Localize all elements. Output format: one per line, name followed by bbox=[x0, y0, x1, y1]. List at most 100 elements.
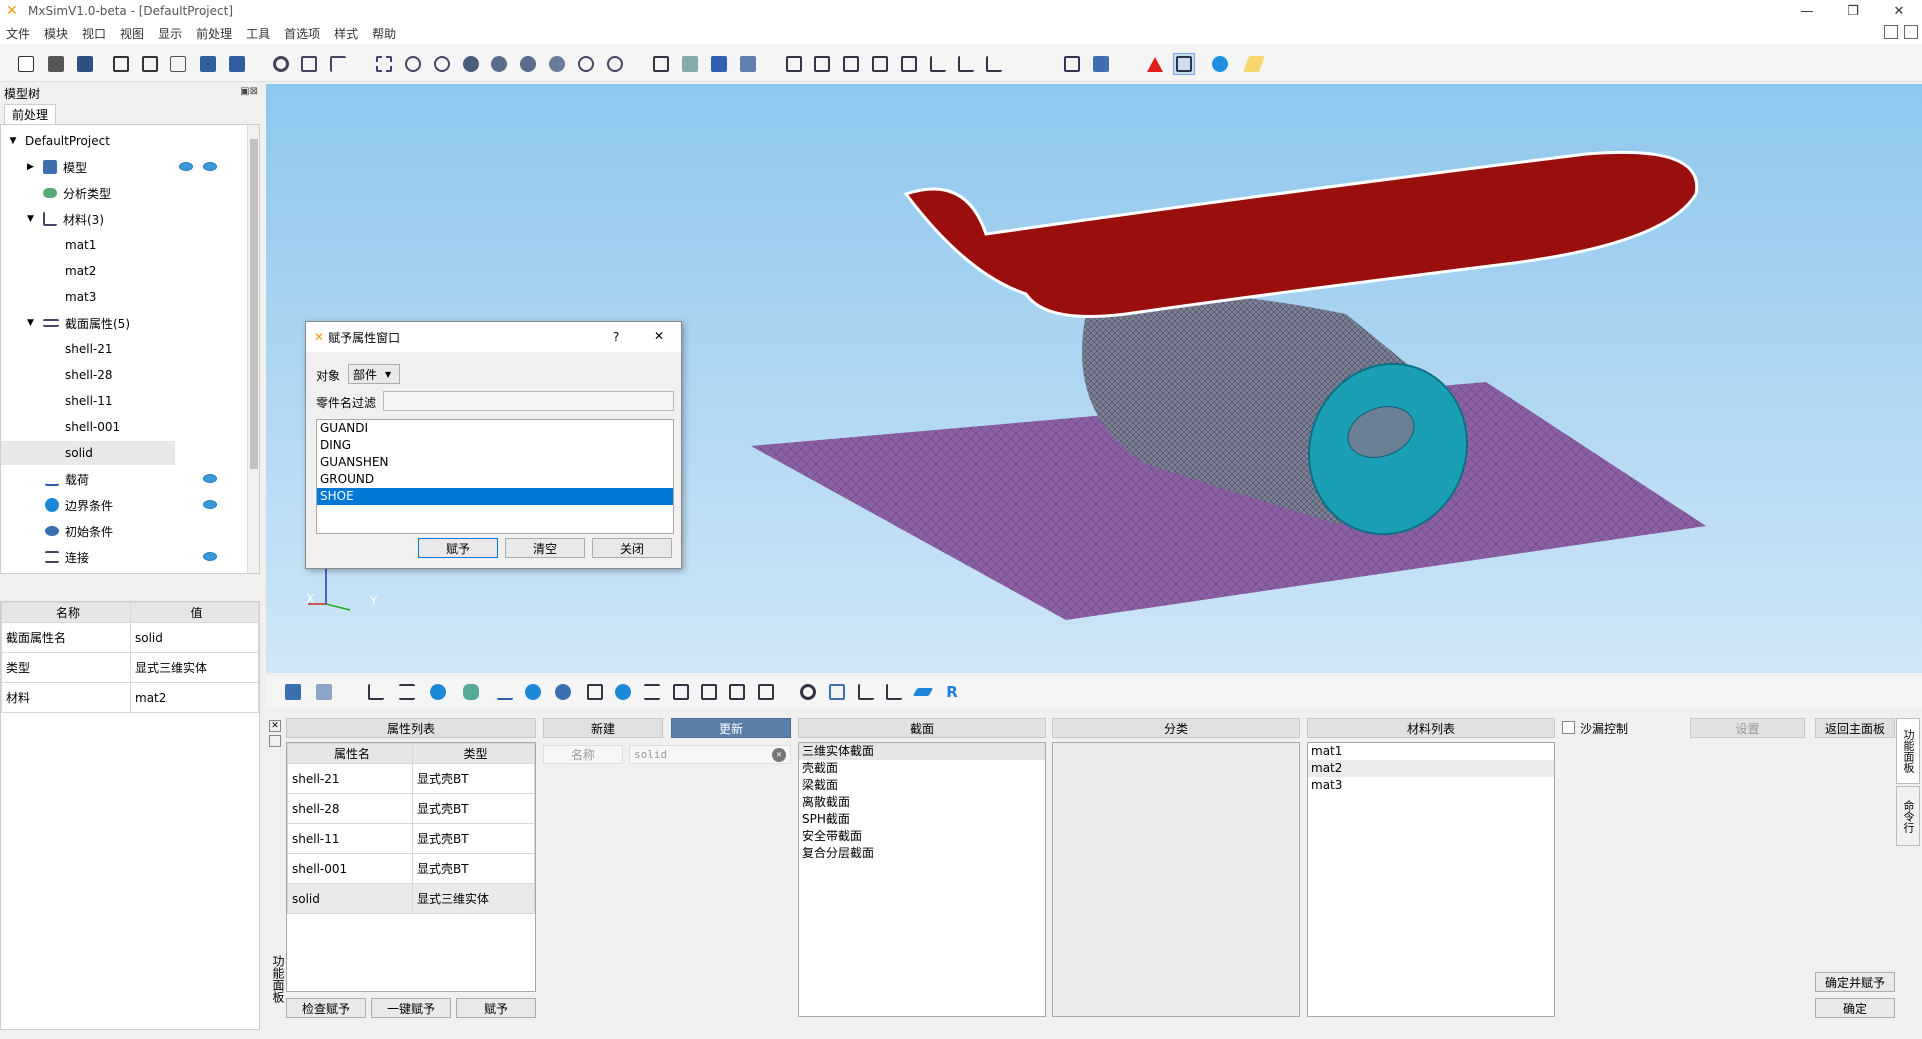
minimize-button[interactable]: — bbox=[1784, 0, 1830, 22]
view-left-icon[interactable] bbox=[840, 53, 862, 75]
zoom-in-icon[interactable] bbox=[604, 53, 626, 75]
hourglass-checkbox[interactable] bbox=[1562, 721, 1575, 734]
r-tool-icon[interactable]: R bbox=[941, 681, 963, 703]
tree-item-solid[interactable]: solid bbox=[1, 441, 175, 465]
tree-scrollbar[interactable] bbox=[247, 125, 259, 573]
settings-gear-icon[interactable] bbox=[270, 53, 292, 75]
table-row[interactable]: shell-001 显式壳BT bbox=[287, 853, 535, 884]
close-child-button[interactable] bbox=[1904, 25, 1918, 39]
object-select[interactable]: 部件 ▼ bbox=[348, 364, 400, 384]
tree-item-mat3[interactable]: mat3 bbox=[1, 285, 251, 309]
tree-item-sections[interactable]: ▼ 截面属性(5) bbox=[1, 311, 251, 335]
clear-button[interactable]: 清空 bbox=[505, 538, 585, 558]
list-tool-icon[interactable] bbox=[641, 681, 663, 703]
menu-style[interactable]: 样式 bbox=[334, 25, 358, 42]
table-row[interactable]: shell-21 显式壳BT bbox=[287, 763, 535, 794]
param-value[interactable]: mat2 bbox=[130, 682, 259, 713]
tree-item-shell-11[interactable]: shell-11 bbox=[1, 389, 251, 413]
tree-item-shell-28[interactable]: shell-28 bbox=[1, 363, 251, 387]
new-file-icon[interactable] bbox=[15, 53, 37, 75]
tab-preprocess[interactable]: 前处理 bbox=[4, 104, 56, 124]
menu-display[interactable]: 显示 bbox=[158, 25, 182, 42]
tab-command-line[interactable]: 命令行 bbox=[1896, 786, 1920, 846]
fit-view-icon[interactable] bbox=[373, 53, 395, 75]
panel-controls-icon[interactable]: ▣⊠ bbox=[240, 86, 258, 97]
table-row[interactable]: shell-28 显式壳BT bbox=[287, 793, 535, 824]
restore-child-button[interactable] bbox=[1884, 25, 1898, 39]
expand-icon[interactable]: ▶ bbox=[27, 162, 43, 172]
rotate-icon[interactable] bbox=[431, 53, 453, 75]
axis-2-icon[interactable] bbox=[955, 53, 977, 75]
tree-item-mat2[interactable]: mat2 bbox=[1, 259, 251, 283]
tree-item-shell-21[interactable]: shell-21 bbox=[1, 337, 251, 361]
multi-window-icon[interactable] bbox=[1090, 53, 1112, 75]
collapse-icon[interactable]: ▼ bbox=[27, 214, 43, 224]
assign-attr-button[interactable]: 赋予 bbox=[456, 998, 536, 1018]
chart-curve-icon[interactable] bbox=[855, 681, 877, 703]
tree-icon[interactable] bbox=[167, 53, 189, 75]
assign-button[interactable]: 赋予 bbox=[418, 538, 498, 558]
export-icon[interactable] bbox=[139, 53, 161, 75]
tree-item-boundary[interactable]: 边界条件 bbox=[1, 493, 251, 517]
list-item[interactable]: GUANDI bbox=[317, 420, 673, 437]
param-value[interactable]: solid bbox=[130, 622, 259, 653]
table-row[interactable]: shell-11 显式壳BT bbox=[287, 823, 535, 854]
tree-item-connection[interactable]: 连接 bbox=[1, 545, 251, 569]
view-right-icon[interactable] bbox=[869, 53, 891, 75]
analysis-tool-icon[interactable] bbox=[427, 681, 449, 703]
screenshot-icon[interactable] bbox=[197, 53, 219, 75]
connection-tool-icon[interactable] bbox=[584, 681, 606, 703]
tree-item-loads[interactable]: 载荷 bbox=[1, 467, 251, 491]
tree-item-initial[interactable]: 初始条件 bbox=[1, 519, 251, 543]
name-input[interactable]: solid ✕ bbox=[629, 745, 791, 764]
confirm-button[interactable]: 确定 bbox=[1815, 998, 1895, 1018]
scrollbar-thumb[interactable] bbox=[250, 139, 258, 469]
save-icon[interactable] bbox=[74, 53, 96, 75]
plane-tool-icon[interactable] bbox=[912, 681, 934, 703]
section-tool-icon[interactable] bbox=[396, 681, 418, 703]
list-item-selected[interactable]: 三维实体截面 bbox=[799, 743, 1045, 760]
menu-help[interactable]: 帮助 bbox=[372, 25, 396, 42]
visibility-eye-icon[interactable] bbox=[203, 500, 217, 509]
select-box-icon[interactable] bbox=[298, 53, 320, 75]
confirm-assign-button[interactable]: 确定并赋予 bbox=[1815, 972, 1895, 992]
analysis-type-tool-icon[interactable] bbox=[460, 681, 482, 703]
menu-module[interactable]: 模块 bbox=[44, 25, 68, 42]
view-solid-icon[interactable] bbox=[708, 53, 730, 75]
list-item-selected[interactable]: SHOE bbox=[317, 488, 673, 505]
tab-function-panel[interactable]: 功能面板 bbox=[1896, 718, 1920, 784]
dialog-close-icon[interactable]: ✕ bbox=[654, 329, 664, 343]
list-item[interactable]: 壳截面 bbox=[799, 760, 1045, 777]
menu-tools[interactable]: 工具 bbox=[246, 25, 270, 42]
axis-tool-icon[interactable] bbox=[883, 681, 905, 703]
tree-item-project[interactable]: ▼ DefaultProject bbox=[1, 129, 251, 153]
zoom-out-icon[interactable] bbox=[575, 53, 597, 75]
list-item[interactable]: 安全带截面 bbox=[799, 828, 1045, 845]
mesh-view-icon[interactable] bbox=[313, 681, 335, 703]
rotate-center-icon[interactable] bbox=[402, 53, 424, 75]
close-window-button[interactable]: ✕ bbox=[1876, 0, 1922, 22]
tree-item-mat1[interactable]: mat1 bbox=[1, 233, 251, 257]
list-item[interactable]: 复合分层截面 bbox=[799, 845, 1045, 862]
pan-icon[interactable] bbox=[327, 53, 349, 75]
layout-icon[interactable] bbox=[1061, 53, 1083, 75]
solid-view-icon[interactable] bbox=[282, 681, 304, 703]
rotate-90-icon[interactable] bbox=[488, 53, 510, 75]
clear-input-icon[interactable]: ✕ bbox=[772, 748, 786, 762]
tree-item-materials[interactable]: ▼ 材料(3) bbox=[1, 207, 251, 231]
list-item[interactable]: DING bbox=[317, 437, 673, 454]
view-mesh-icon[interactable] bbox=[679, 53, 701, 75]
open-file-icon[interactable] bbox=[45, 53, 67, 75]
list-item[interactable]: mat3 bbox=[1308, 777, 1554, 794]
gear-icon[interactable] bbox=[797, 681, 819, 703]
menu-view[interactable]: 视图 bbox=[120, 25, 144, 42]
filter-input[interactable] bbox=[383, 391, 674, 411]
list-item[interactable]: mat1 bbox=[1308, 743, 1554, 760]
maximize-button[interactable]: ❐ bbox=[1830, 0, 1876, 22]
view-shaded-mesh-icon[interactable] bbox=[737, 53, 759, 75]
list-item[interactable]: SPH截面 bbox=[799, 811, 1045, 828]
panel-close-icon[interactable]: ✕ bbox=[269, 720, 281, 732]
tree-item-model[interactable]: ▶ 模型 bbox=[1, 155, 251, 179]
calculator-icon[interactable] bbox=[755, 681, 777, 703]
visibility-eye-icon[interactable] bbox=[179, 162, 193, 171]
